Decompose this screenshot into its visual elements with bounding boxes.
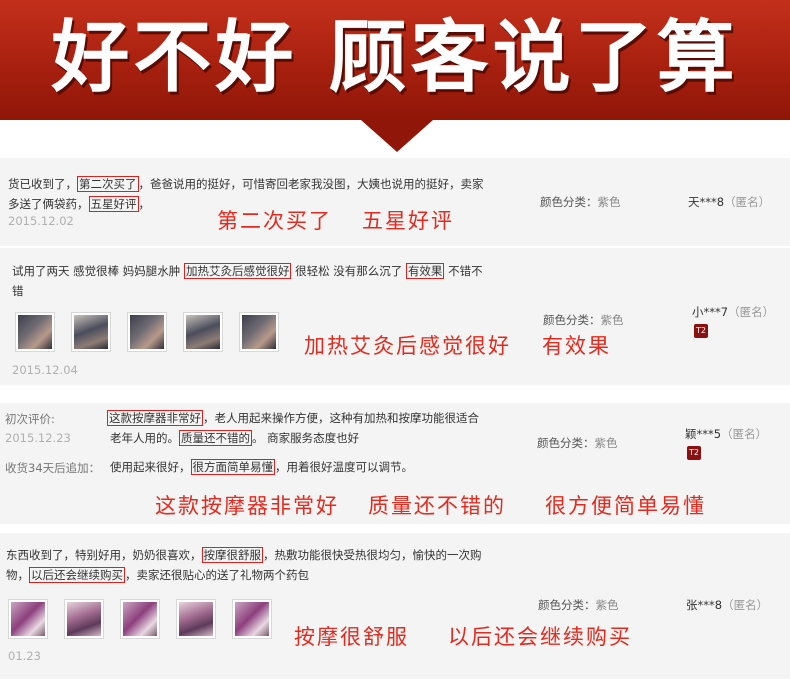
color-option: 颜色分类：紫色 [540, 195, 621, 209]
review-photo[interactable] [64, 599, 104, 639]
reviewer-name: 颖***5（匿名） [685, 427, 768, 441]
highlight-text: 加热艾灸后感觉很好 [304, 334, 511, 358]
member-level-icon: T2 [687, 446, 701, 460]
highlight-text: 有效果 [542, 334, 611, 358]
highlight-text: 这款按摩器非常好 [155, 494, 339, 518]
keyword-box: 第二次买了 [77, 176, 139, 192]
review-date: 2015.12.23 [5, 431, 71, 445]
keyword-box: 很方面简单易懂 [190, 459, 275, 475]
review-date: 2015.12.04 [12, 363, 78, 377]
keyword-box: 加热艾灸后感觉很好 [183, 263, 292, 279]
review-photo[interactable] [71, 312, 111, 352]
reviewer-name: 天***8（匿名） [688, 195, 771, 209]
member-level-icon: T2 [694, 324, 708, 338]
banner: 好不好 顾客说了算 [0, 0, 790, 120]
banner-title: 好不好 顾客说了算 [51, 13, 739, 103]
reviewer-name: 张***8（匿名） [686, 598, 769, 612]
color-option: 颜色分类：紫色 [538, 598, 619, 612]
highlight-text: 五星好评 [362, 209, 454, 233]
keyword-box: 有效果 [405, 263, 445, 279]
keyword-box: 五星好评 [88, 196, 139, 212]
highlight-text: 质量还不错的 [368, 494, 506, 518]
highlight-text: 很方便简单易懂 [545, 494, 706, 518]
review-photo[interactable] [127, 312, 167, 352]
first-review-label: 初次评价: [5, 412, 55, 426]
followup-text: 使用起来很好， 很方面简单易懂 ，用着很好温度可以调节。 [110, 459, 413, 475]
review-photo[interactable] [183, 312, 223, 352]
followup-label: 收货34天后追加： [5, 461, 101, 475]
keyword-box: 按摩很舒服 [201, 547, 263, 563]
keyword-box: 以后还会继续购买 [29, 567, 125, 583]
review-1: 货已收到了， 第二次买了 ，爸爸说用的挺好，可惜寄回老家我没图，大姨也说用的挺好，卖… [0, 158, 790, 246]
review-photo[interactable] [120, 599, 160, 639]
highlight-text: 第二次买了 [217, 209, 332, 233]
review-text: 试用了两天 感觉很棒 妈妈腿水肿 加热艾灸后感觉很好 很轻松 没有那么沉了 有效… [12, 263, 483, 298]
reviewer-name: 小***7（匿名） [692, 305, 775, 319]
highlight-text: 以后还会继续购买 [448, 625, 632, 649]
review-photo[interactable] [176, 599, 216, 639]
review-2: 试用了两天 感觉很棒 妈妈腿水肿 加热艾灸后感觉很好 很轻松 没有那么沉了 有效… [0, 248, 790, 385]
review-date: 2015.12.02 [8, 214, 74, 228]
color-option: 颜色分类：紫色 [537, 436, 618, 450]
review-3: 初次评价: 2015.12.23 这款按摩器非常好 ，老人用起来操作方便，这种有加… [0, 403, 790, 524]
review-text: 这款按摩器非常好 ，老人用起来操作方便，这种有加热和按摩功能很适合 老年人用的。质… [107, 410, 479, 446]
keyword-box: 这款按摩器非常好 [107, 410, 203, 426]
highlight-text: 按摩很舒服 [294, 625, 409, 649]
review-photo[interactable] [239, 312, 279, 352]
review-photo[interactable] [232, 599, 272, 639]
review-4: 东西收到了，特别好用，奶奶很喜欢， 按摩很舒服 ，热敷功能很快受热很均匀，愉快的一次… [0, 533, 790, 679]
banner-arrow [361, 120, 433, 152]
review-photo[interactable] [8, 599, 48, 639]
review-text: 东西收到了，特别好用，奶奶很喜欢， 按摩很舒服 ，热敷功能很快受热很均匀，愉快的一次… [6, 547, 482, 583]
review-date: 01.23 [8, 649, 41, 663]
review-photo[interactable] [15, 312, 55, 352]
keyword-box: 质量还不错的 [179, 430, 252, 446]
color-option: 颜色分类：紫色 [543, 313, 624, 327]
